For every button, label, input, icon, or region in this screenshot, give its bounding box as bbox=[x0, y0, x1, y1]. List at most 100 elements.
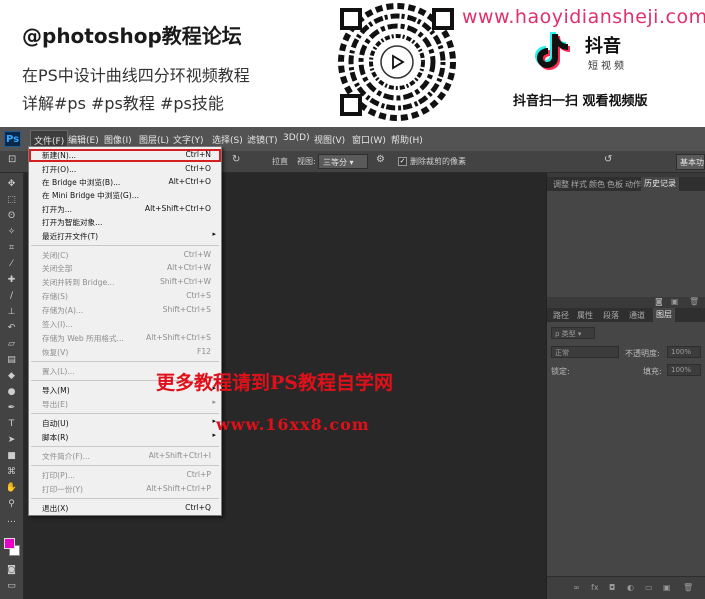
menu-item-revert: 恢复(V) F12 bbox=[42, 347, 211, 357]
menu-view[interactable]: 视图(V) bbox=[314, 133, 345, 146]
brush-tool-icon[interactable]: ∕ bbox=[5, 291, 18, 302]
fill-input[interactable]: 100% bbox=[667, 364, 701, 376]
menu-separator bbox=[31, 465, 219, 466]
settings-gear-icon[interactable]: ⚙ bbox=[376, 154, 385, 165]
layer-panel-tabs: 路径 属性 段落 通道 图层 bbox=[547, 308, 705, 322]
layer-filter-select[interactable]: ρ 类型 ▾ bbox=[551, 327, 595, 339]
lock-label: 锁定: bbox=[551, 367, 570, 376]
menu-item-new[interactable]: 新建(N)... Ctrl+N bbox=[29, 149, 221, 162]
hand-tool-icon[interactable]: ✋ bbox=[5, 483, 18, 494]
screen-mode-icon[interactable]: ▭ bbox=[5, 581, 18, 592]
healing-tool-icon[interactable]: ✚ bbox=[5, 275, 18, 286]
menu-separator bbox=[31, 413, 219, 414]
menu-item-scripts[interactable]: 脚本(R) ▸ bbox=[29, 431, 221, 444]
foreground-color-swatch[interactable] bbox=[4, 538, 15, 549]
menu-layer[interactable]: 图层(L) bbox=[139, 133, 169, 146]
qr-code-icon bbox=[338, 3, 456, 121]
menu-item-file-info: 文件简介(F)... Alt+Shift+Ctrl+I bbox=[42, 451, 211, 461]
tab-styles[interactable]: 样式 bbox=[571, 179, 587, 190]
adjustment-layer-icon[interactable]: ◐ bbox=[627, 583, 634, 592]
path-selection-tool-icon[interactable]: ➤ bbox=[5, 435, 18, 446]
menu-help[interactable]: 帮助(H) bbox=[391, 133, 423, 146]
menu-item-open-as[interactable]: 打开为... Alt+Shift+Ctrl+O bbox=[29, 203, 221, 216]
gradient-tool-icon[interactable]: ▤ bbox=[5, 355, 18, 366]
menu-type[interactable]: 文字(Y) bbox=[173, 133, 204, 146]
rotate-icon[interactable]: ↻ bbox=[232, 154, 240, 165]
new-document-icon[interactable]: ▣ bbox=[671, 297, 679, 306]
move-tool-icon[interactable]: ✥ bbox=[5, 179, 18, 190]
photoshop-logo-icon: Ps bbox=[4, 131, 21, 147]
history-brush-tool-icon[interactable]: ↶ bbox=[5, 323, 18, 334]
tiktok-subname: 短视频 bbox=[588, 61, 627, 72]
tab-color[interactable]: 颜色 bbox=[589, 179, 605, 190]
menu-window[interactable]: 窗口(W) bbox=[352, 133, 386, 146]
marquee-tool-icon[interactable]: ⬚ bbox=[5, 195, 18, 206]
reset-icon[interactable]: ↺ bbox=[604, 154, 612, 165]
menu-item-automate[interactable]: 自动(U) ▸ bbox=[29, 417, 221, 430]
tab-swatches[interactable]: 色板 bbox=[607, 179, 623, 190]
new-layer-icon[interactable]: ▣ bbox=[663, 583, 671, 592]
menu-image[interactable]: 图像(I) bbox=[104, 133, 132, 146]
opacity-input[interactable]: 100% bbox=[667, 346, 701, 358]
menu-separator bbox=[31, 361, 219, 362]
eyedropper-tool-icon[interactable]: ⁄ bbox=[5, 259, 18, 270]
snapshot-icon[interactable]: ◙ bbox=[655, 297, 663, 306]
tab-properties[interactable]: 属性 bbox=[577, 310, 593, 321]
tab-history[interactable]: 历史记录 bbox=[641, 177, 679, 191]
delete-layer-icon[interactable]: 🗑 bbox=[683, 583, 693, 592]
menu-3d[interactable]: 3D(D) bbox=[283, 133, 310, 143]
menu-item-print: 打印(P)... Ctrl+P bbox=[42, 470, 211, 480]
view-overlay-select[interactable]: 三等分 ▾ bbox=[318, 154, 368, 169]
view-overlay-value: 三等分 bbox=[323, 158, 347, 167]
menu-item-check-in: 签入(I)... bbox=[42, 320, 73, 329]
delete-cropped-checkbox[interactable]: ✓ bbox=[398, 157, 407, 166]
layer-mask-icon[interactable]: ◘ bbox=[609, 583, 615, 592]
crop-tool-icon[interactable]: ⊡ bbox=[8, 154, 16, 165]
straighten-label[interactable]: 拉直 bbox=[272, 156, 288, 167]
view-label: 视图: bbox=[297, 157, 316, 166]
eraser-tool-icon[interactable]: ▱ bbox=[5, 339, 18, 350]
layer-style-icon[interactable]: fx bbox=[591, 583, 599, 592]
group-icon[interactable]: ▭ bbox=[645, 583, 653, 592]
menu-filter[interactable]: 滤镜(T) bbox=[247, 133, 278, 146]
menu-select[interactable]: 选择(S) bbox=[212, 133, 243, 146]
menu-item-recent-files[interactable]: 最近打开文件(T) ▸ bbox=[29, 230, 221, 243]
magic-wand-tool-icon[interactable]: ✧ bbox=[5, 227, 18, 238]
trash-icon[interactable]: 🗑 bbox=[689, 297, 699, 306]
blend-mode-select[interactable]: 正常 bbox=[551, 346, 619, 358]
crop-tool-icon[interactable]: ⌗ bbox=[5, 243, 18, 254]
stamp-tool-icon[interactable]: ⊥ bbox=[5, 307, 18, 318]
quick-mask-icon[interactable]: ◙ bbox=[5, 565, 18, 576]
zoom-tool-icon[interactable]: ⚲ bbox=[5, 499, 18, 510]
dodge-tool-icon[interactable]: ● bbox=[5, 387, 18, 398]
tab-layers[interactable]: 图层 bbox=[653, 308, 675, 322]
pen-tool-icon[interactable]: ✒ bbox=[5, 403, 18, 414]
tiktok-name: 抖音 bbox=[585, 36, 621, 57]
lasso-tool-icon[interactable]: ʘ bbox=[5, 211, 18, 222]
menu-item-export: 导出(E) ▸ bbox=[42, 398, 216, 409]
menu-item-browse-mini-bridge[interactable]: 在 Mini Bridge 中浏览(G)... bbox=[29, 189, 221, 202]
top-panel-tabs: 调整 样式 颜色 色板 动作 历史记录 bbox=[547, 177, 705, 191]
site-url[interactable]: www.haoyidiansheji.com bbox=[462, 6, 705, 28]
blur-tool-icon[interactable]: ◆ bbox=[5, 371, 18, 382]
3d-tool-icon[interactable]: ⌘ bbox=[5, 467, 18, 478]
history-panel bbox=[547, 191, 705, 297]
more-tools-icon[interactable]: … bbox=[5, 515, 18, 526]
tab-paragraph[interactable]: 段落 bbox=[603, 310, 619, 321]
tab-channels[interactable]: 通道 bbox=[629, 310, 645, 321]
tab-adjustments[interactable]: 调整 bbox=[553, 179, 569, 190]
menu-item-exit[interactable]: 退出(X) Ctrl+Q bbox=[29, 502, 221, 515]
tab-actions[interactable]: 动作 bbox=[625, 179, 641, 190]
shape-tool-icon[interactable]: ■ bbox=[5, 451, 18, 462]
menu-edit[interactable]: 编辑(E) bbox=[68, 133, 99, 146]
menu-item-browse-bridge[interactable]: 在 Bridge 中浏览(B)... Alt+Ctrl+O bbox=[29, 176, 221, 189]
delete-cropped-label: 删除裁剪的像素 bbox=[410, 157, 466, 166]
tab-paths[interactable]: 路径 bbox=[553, 310, 569, 321]
workspace-button[interactable]: 基本功 bbox=[676, 154, 705, 170]
type-tool-icon[interactable]: T bbox=[5, 419, 18, 430]
menu-item-open[interactable]: 打开(O)... Ctrl+O bbox=[29, 163, 221, 176]
link-layers-icon[interactable]: ∞ bbox=[573, 583, 580, 592]
layers-panel: ρ 类型 ▾ 正常 不透明度: 100% 锁定: 填充: 100% bbox=[547, 322, 705, 576]
menu-item-open-smart-object[interactable]: 打开为智能对象... bbox=[29, 216, 221, 229]
menu-separator bbox=[31, 498, 219, 499]
